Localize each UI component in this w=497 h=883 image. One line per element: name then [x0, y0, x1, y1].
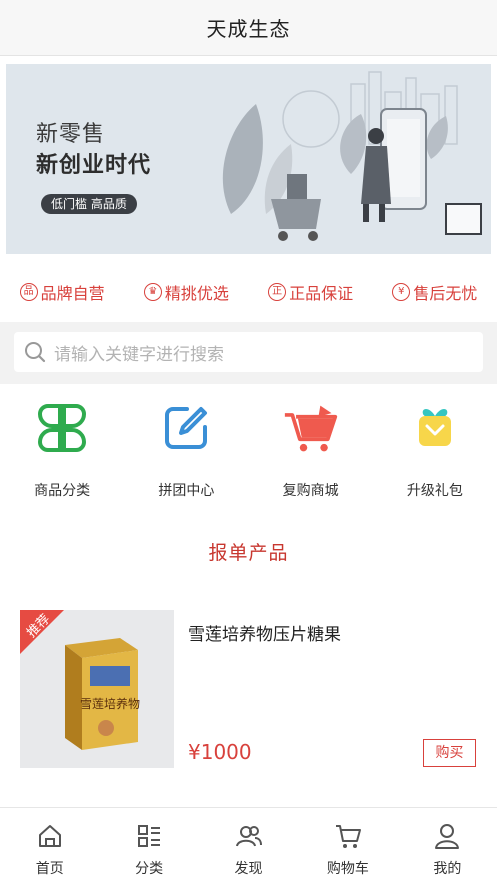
- tab-cart[interactable]: 购物车: [298, 808, 397, 883]
- quick-links: 商品分类 拼团中心 复购商城 升级礼包: [0, 396, 497, 506]
- search-icon: [24, 341, 46, 363]
- section-title: 报单产品: [208, 542, 289, 564]
- category-icon: [138, 825, 161, 847]
- feature-label: 品牌自营: [40, 284, 105, 303]
- yen-icon: ¥: [392, 283, 411, 301]
- product-name[interactable]: 雪莲培养物压片糖果: [188, 620, 341, 645]
- search-placeholder: 请输入关键字进行搜索: [54, 344, 224, 365]
- search-input[interactable]: 请输入关键字进行搜索: [14, 332, 483, 372]
- clover-category-icon: [34, 400, 90, 456]
- crown-icon: ♛: [143, 283, 162, 301]
- tab-category[interactable]: 分类: [99, 808, 198, 883]
- buy-button[interactable]: 购买: [423, 739, 476, 767]
- search-area: 请输入关键字进行搜索: [0, 322, 497, 384]
- banner-headline: 新零售: [36, 122, 106, 147]
- banner-subheadline: 新创业时代: [36, 153, 152, 178]
- tab-label: 购物车: [326, 861, 369, 877]
- quick-link-label: 复购商城: [282, 483, 339, 499]
- promo-banner[interactable]: 新零售 新创业时代 低门槛 高品质: [6, 64, 491, 254]
- quick-link-label: 商品分类: [34, 483, 91, 499]
- feature-aftersales: ¥ 售后无忧: [392, 280, 477, 304]
- feature-selected: ♛ 精挑优选: [143, 280, 229, 304]
- quick-link-category[interactable]: 商品分类: [0, 396, 124, 506]
- gift-icon: [407, 400, 463, 456]
- tab-profile[interactable]: 我的: [398, 808, 497, 883]
- tab-label: 首页: [35, 861, 64, 877]
- tab-home[interactable]: 首页: [0, 808, 99, 883]
- tab-label: 发现: [234, 861, 263, 877]
- profile-icon: [435, 824, 460, 849]
- banner-tagline: 低门槛 高品质: [41, 194, 137, 214]
- quick-link-label: 拼团中心: [158, 483, 215, 499]
- product-card[interactable]: 雪莲培养物 推荐 雪莲培养物压片糖果 ¥1000 购买: [0, 600, 497, 785]
- quick-link-gift[interactable]: 升级礼包: [373, 396, 497, 506]
- product-price: ¥1000: [188, 740, 252, 764]
- feature-label: 售后无忧: [413, 284, 478, 303]
- product-image[interactable]: 雪莲培养物 推荐: [20, 610, 174, 768]
- quick-link-repurchase[interactable]: 复购商城: [249, 396, 373, 506]
- page-title: 天成生态: [206, 17, 291, 41]
- tab-label: 分类: [135, 861, 164, 877]
- bottom-tab-bar: 首页 分类 发现 购物车 我的: [0, 807, 497, 883]
- feature-genuine: 正 正品保证: [268, 280, 353, 304]
- home-icon: [38, 825, 61, 847]
- shopping-cart-icon: [283, 400, 339, 456]
- feature-label: 正品保证: [289, 284, 354, 303]
- service-features: 品 品牌自营 ♛ 精挑优选 正 正品保证 ¥ 售后无忧: [0, 262, 497, 322]
- cart-icon: [335, 825, 361, 848]
- discover-icon: [235, 826, 262, 847]
- feature-label: 精挑优选: [164, 284, 229, 303]
- quick-link-label: 升级礼包: [406, 483, 463, 499]
- tab-label: 我的: [433, 861, 462, 877]
- app-header: 天成生态: [0, 0, 497, 56]
- edit-group-icon: [158, 400, 214, 456]
- product-box-text: 雪莲培养物: [80, 696, 140, 711]
- banner-illustration: [222, 71, 482, 241]
- tab-discover[interactable]: 发现: [199, 808, 298, 883]
- genuine-icon: 正: [268, 283, 287, 301]
- brand-icon: 品: [19, 283, 38, 301]
- feature-brand: 品 品牌自营: [19, 280, 105, 304]
- quick-link-group[interactable]: 拼团中心: [124, 396, 248, 506]
